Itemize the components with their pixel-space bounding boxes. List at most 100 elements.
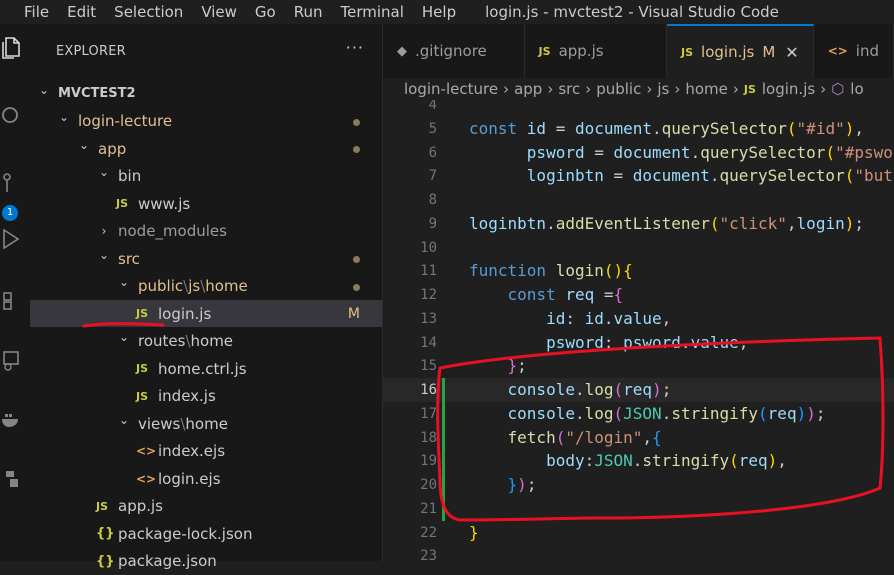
- code-line[interactable]: 8: [383, 188, 894, 212]
- chevron-down-icon: ⌄: [78, 137, 90, 152]
- modified-dot: [353, 118, 360, 126]
- tab-ind[interactable]: <> ind: [814, 24, 894, 78]
- tab-app-js[interactable]: JS app.js: [525, 24, 668, 78]
- file-item[interactable]: JS www.js: [30, 190, 382, 217]
- more-actions-icon[interactable]: ···: [346, 38, 364, 57]
- breadcrumb-item[interactable]: lo: [850, 80, 863, 98]
- code-line[interactable]: 6 psword = document.querySelector("#pswo…: [383, 141, 894, 165]
- folder-item[interactable]: › node_modules: [30, 218, 382, 245]
- close-icon[interactable]: ✕: [785, 43, 798, 62]
- code-editor[interactable]: 4 5 const id = document.querySelector("#id…: [383, 100, 894, 561]
- python-icon[interactable]: [0, 464, 24, 494]
- code-line[interactable]: 18 fetch("/login",{: [383, 425, 894, 450]
- file-item[interactable]: {} package-lock.json: [30, 520, 382, 547]
- code-line[interactable]: 13 id: id.value,: [383, 307, 894, 331]
- code-line[interactable]: 22}: [383, 521, 894, 545]
- code-line[interactable]: 12 const req ={: [383, 283, 894, 307]
- file-item[interactable]: JS index.js: [30, 383, 382, 410]
- docker-icon[interactable]: [0, 404, 24, 434]
- line-number: 10: [420, 239, 437, 256]
- file-item[interactable]: JS home.ctrl.js: [30, 355, 382, 382]
- code-line[interactable]: 5 const id = document.querySelector("#id"…: [383, 117, 894, 141]
- breadcrumb: login-lecture › app › src › public › js › home › JS l…: [383, 78, 894, 100]
- menu-terminal[interactable]: Terminal: [332, 3, 413, 21]
- code-line[interactable]: 23: [383, 544, 894, 561]
- folder-item[interactable]: ⌄ login-lecture: [30, 108, 382, 135]
- folder-item[interactable]: ⌄ src: [30, 245, 382, 272]
- tree-item-label: bin: [118, 167, 142, 185]
- remote-explorer-icon[interactable]: [0, 346, 24, 376]
- file-item[interactable]: JS app.js: [30, 493, 382, 520]
- line-number: 4: [428, 100, 437, 113]
- activity-bar: 1: [0, 24, 30, 561]
- tree-item-label: login.js: [158, 304, 212, 323]
- code-line[interactable]: 14 psword: psword.value,: [383, 331, 894, 355]
- code-line[interactable]: 20 });: [383, 473, 894, 497]
- source-control-badge: 1: [2, 205, 18, 221]
- git-added-indicator: [442, 401, 445, 426]
- explorer-icon[interactable]: [0, 32, 24, 62]
- code-line[interactable]: 11 function login(){: [383, 259, 894, 283]
- menu-go[interactable]: Go: [246, 3, 285, 21]
- line-number: 20: [420, 477, 437, 493]
- file-item[interactable]: <> login.ejs: [30, 465, 382, 492]
- chevron-down-icon: ⌄: [38, 82, 50, 97]
- code-line[interactable]: 10: [383, 236, 894, 260]
- menu-run[interactable]: Run: [285, 3, 332, 21]
- chevron-down-icon: ⌄: [118, 412, 130, 427]
- breadcrumb-item[interactable]: login-lecture: [404, 80, 498, 98]
- file-item[interactable]: <> index.ejs: [30, 438, 382, 465]
- code-line[interactable]: 17 console.log(JSON.stringify(req));: [383, 401, 894, 426]
- code-text: loginbtn.addEventListener("click",login)…: [469, 213, 864, 233]
- search-icon[interactable]: [0, 102, 24, 132]
- tab--gitignore[interactable]: ◆ .gitignore: [383, 24, 525, 78]
- breadcrumb-item[interactable]: app: [514, 80, 542, 98]
- file-item[interactable]: {} package.json: [30, 548, 382, 575]
- tab-label: ind: [855, 42, 879, 60]
- source-control-icon[interactable]: [0, 169, 24, 199]
- menu-edit[interactable]: Edit: [58, 3, 105, 21]
- code-line[interactable]: 4: [383, 100, 894, 117]
- tree-item-label: package.json: [118, 552, 217, 570]
- tree-item-label: home: [185, 414, 228, 433]
- breadcrumb-item[interactable]: public: [596, 80, 641, 98]
- code-line[interactable]: 9 loginbtn.addEventListener("click",login…: [383, 212, 894, 236]
- folder-item[interactable]: ⌄ app: [30, 135, 382, 162]
- code-line[interactable]: 15 };: [383, 354, 894, 378]
- breadcrumb-item[interactable]: home: [685, 80, 728, 98]
- chevron-right-icon: ›: [585, 80, 592, 98]
- folder-item[interactable]: ⌄ routes \ home: [30, 328, 382, 355]
- code-line[interactable]: 7 loginbtn = document.querySelector("but…: [383, 164, 894, 188]
- menu-help[interactable]: Help: [413, 3, 465, 21]
- run-debug-icon[interactable]: [0, 224, 24, 254]
- breadcrumb-item[interactable]: login.js: [762, 80, 815, 98]
- folder-item[interactable]: ⌄ bin: [30, 163, 382, 190]
- code-text: });: [507, 475, 537, 494]
- folder-item[interactable]: ⌄ public \ js \ home: [30, 273, 382, 300]
- file-item[interactable]: JS login.js M: [30, 300, 382, 327]
- code-line[interactable]: 16 console.log(req);: [383, 378, 894, 402]
- menu-selection[interactable]: Selection: [105, 3, 192, 21]
- folder-item[interactable]: ⌄ MVCTEST2: [30, 80, 382, 107]
- breadcrumb-item[interactable]: src: [558, 80, 580, 98]
- folder-item[interactable]: ⌄ views \ home: [30, 410, 382, 437]
- symbol-icon: ⬡: [831, 80, 845, 98]
- menu-view[interactable]: View: [192, 3, 246, 21]
- extensions-icon[interactable]: [0, 286, 24, 316]
- tree-item-label: package-lock.json: [118, 524, 253, 543]
- code-line[interactable]: 19 body:JSON.stringify(req),: [383, 449, 894, 474]
- code-line[interactable]: 21: [383, 496, 894, 521]
- menu-file[interactable]: File: [0, 3, 58, 21]
- breadcrumb-item[interactable]: js: [657, 80, 669, 98]
- code-text: body:JSON.stringify(req),: [546, 451, 787, 471]
- tree-item-label: home.ctrl.js: [158, 359, 247, 378]
- ejs-file-icon: <>: [827, 44, 848, 58]
- tab-label: app.js: [558, 42, 604, 60]
- line-number: 8: [428, 192, 437, 208]
- line-number: 19: [420, 453, 437, 470]
- line-number: 15: [420, 358, 437, 375]
- tree-item-label: src: [118, 249, 140, 268]
- tab-login-js[interactable]: JS login.js M ✕: [667, 24, 814, 78]
- chevron-right-icon: ›: [646, 80, 653, 98]
- chevron-right-icon: ›: [820, 80, 827, 98]
